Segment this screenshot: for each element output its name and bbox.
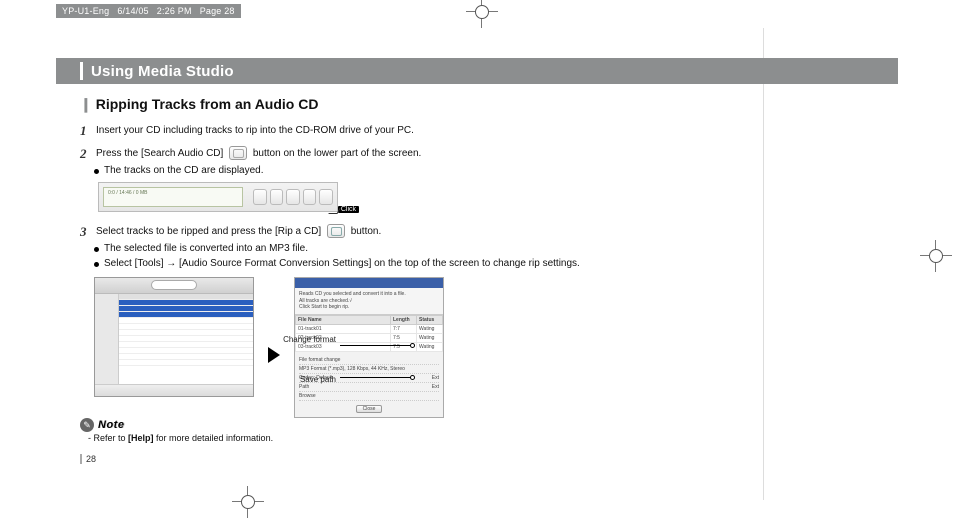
- browse-field: Browse: [299, 392, 439, 401]
- note-word: Note: [98, 419, 124, 431]
- label-change-format: Change format: [283, 335, 336, 344]
- note-icon: ✎: [80, 418, 94, 432]
- close-button: Close: [356, 405, 383, 413]
- step-text-before: Select tracks to be ripped and press the…: [96, 226, 321, 237]
- step-2-bullet: The tracks on the CD are displayed.: [80, 165, 680, 176]
- step-text: Insert your CD including tracks to rip i…: [96, 125, 414, 136]
- step-1: 1 Insert your CD including tracks to rip…: [80, 123, 680, 138]
- dialog-titlebar: [295, 278, 443, 288]
- trim-guide: [763, 28, 764, 500]
- arrow-right-icon: [268, 347, 280, 363]
- leader-line: [340, 377, 412, 378]
- format-value: MP3 Format (*.mp3), 128 Kbps, 44 KHz, St…: [299, 365, 439, 374]
- col-length: Length: [391, 315, 417, 324]
- app-chrome: [95, 278, 253, 294]
- note-text: - Refer to [Help] for more detailed info…: [88, 433, 273, 443]
- section-title: ❙Ripping Tracks from an Audio CD: [80, 96, 680, 113]
- click-callout: Click: [338, 206, 359, 213]
- step-3-bullet-2: Select [Tools] → [Audio Source Format Co…: [80, 258, 680, 269]
- player-btn: [303, 189, 317, 205]
- player-bar-screenshot: 0:0 / 14:46 / 0 MB Click: [98, 182, 338, 212]
- rip-cd-icon: [327, 224, 345, 238]
- col-file: File Name: [296, 315, 391, 324]
- dialog-lower: File format change MP3 Format (*.mp3), 1…: [295, 352, 443, 417]
- header-accent: [80, 62, 83, 80]
- app-brand: [151, 280, 197, 290]
- lcd-panel: 0:0 / 14:46 / 0 MB: [103, 187, 243, 207]
- player-btn: [270, 189, 284, 205]
- crop-mark: [466, 0, 498, 28]
- media-studio-window-screenshot: [94, 277, 254, 397]
- label-save-path: Save path: [300, 375, 336, 384]
- doc-name: YP-U1-Eng: [62, 6, 109, 16]
- table-row: 01-track017:7Wating: [296, 324, 443, 333]
- player-btn: [319, 189, 333, 205]
- step-number: 3: [80, 222, 87, 242]
- doc-page-marker: Page 28: [200, 6, 235, 16]
- dialog-close-row: Close: [299, 405, 439, 413]
- player-btn: [253, 189, 267, 205]
- list-item: [119, 360, 253, 366]
- doc-date: 6/14/05: [117, 6, 148, 16]
- chapter-title: Using Media Studio: [91, 63, 234, 80]
- track-list: [119, 294, 253, 384]
- step-text-before: Press the [Search Audio CD]: [96, 148, 223, 159]
- rip-dialog-screenshot: Reads CD you selected and convert it int…: [294, 277, 444, 418]
- step-number: 1: [80, 121, 87, 141]
- page-number: 28: [80, 454, 96, 464]
- step-3-bullet-1: The selected file is converted into an M…: [80, 243, 680, 254]
- player-btn: [286, 189, 300, 205]
- content-area: ❙Ripping Tracks from an Audio CD 1 Inser…: [80, 96, 680, 418]
- crop-mark: [920, 240, 952, 272]
- app-sidebar: [95, 294, 119, 384]
- figure-row: Reads CD you selected and convert it int…: [94, 277, 680, 418]
- step-text-after: button.: [351, 226, 382, 237]
- search-cd-icon: [229, 146, 247, 160]
- col-status: Status: [417, 315, 443, 324]
- app-status-bar: [95, 384, 253, 396]
- note-block: ✎ Note - Refer to [Help] for more detaile…: [80, 418, 273, 443]
- dialog-message: Reads CD you selected and convert it int…: [295, 288, 443, 315]
- title-pipe-icon: ❙: [80, 96, 92, 112]
- player-buttons: [253, 189, 333, 205]
- format-field: File format change: [299, 356, 439, 365]
- step-number: 2: [80, 144, 87, 164]
- step-text-after: button on the lower part of the screen.: [253, 148, 421, 159]
- step-2: 2 Press the [Search Audio CD] button on …: [80, 146, 680, 161]
- print-metadata: YP-U1-Eng 6/14/05 2:26 PM Page 28: [56, 4, 241, 18]
- chapter-header: Using Media Studio: [56, 58, 898, 84]
- doc-time: 2:26 PM: [157, 6, 192, 16]
- leader-line: [340, 345, 412, 346]
- step-3: 3 Select tracks to be ripped and press t…: [80, 224, 680, 239]
- crop-mark: [232, 486, 264, 518]
